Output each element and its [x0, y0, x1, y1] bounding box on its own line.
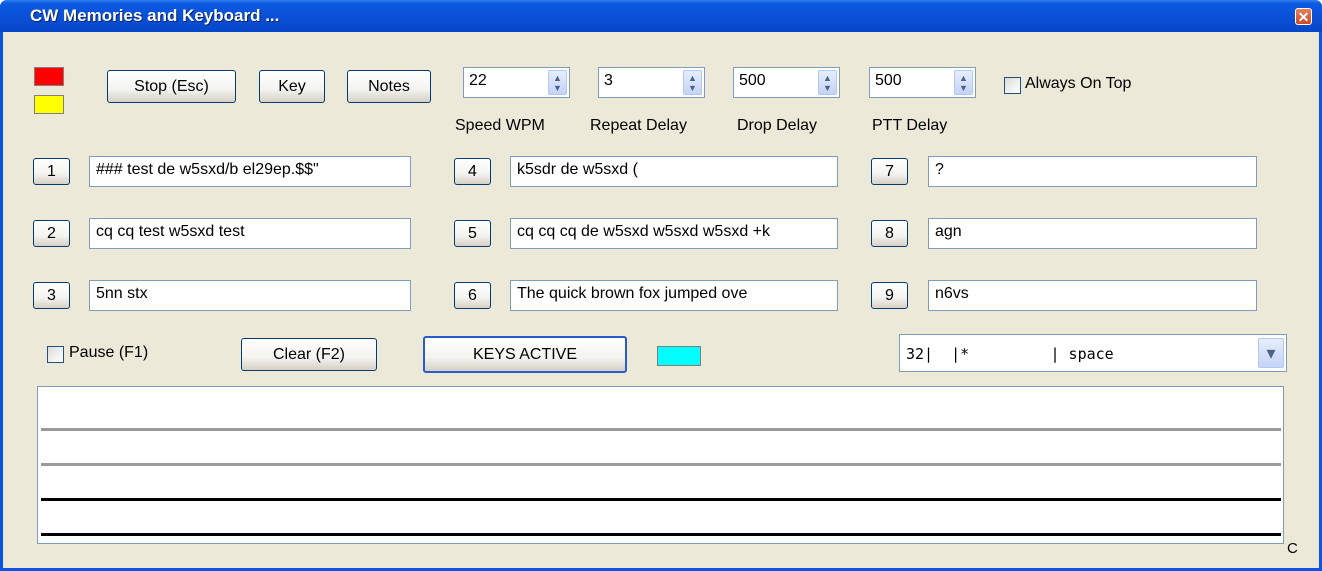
- down-arrow-icon: ▼: [553, 82, 562, 93]
- tx-indicator: [34, 67, 64, 86]
- repeat-spin-arrows[interactable]: ▲ ▼: [683, 70, 702, 95]
- ptt-indicator: [34, 95, 64, 114]
- memory-4-button[interactable]: 4: [454, 158, 491, 185]
- speed-wpm-label: Speed WPM: [455, 117, 545, 134]
- char-select-dropdown[interactable]: ▾: [1258, 338, 1284, 368]
- memory-1-field[interactable]: ### test de w5sxd/b el29ep.$$": [89, 156, 411, 187]
- ptt-delay-spinner[interactable]: 500 ▲ ▼: [869, 67, 976, 98]
- ptt-delay-value: 500: [875, 72, 902, 89]
- title-bar[interactable]: CW Memories and Keyboard ... ✕: [0, 0, 1322, 32]
- memory-8-button[interactable]: 8: [871, 220, 908, 247]
- memory-5-button[interactable]: 5: [454, 220, 491, 247]
- repeat-delay-value: 3: [604, 72, 613, 89]
- memory-3-field[interactable]: 5nn stx: [89, 280, 411, 311]
- keys-indicator: [657, 346, 701, 366]
- notes-button[interactable]: Notes: [347, 70, 431, 103]
- memory-7-field[interactable]: ?: [928, 156, 1257, 187]
- divider-line: [41, 463, 1281, 466]
- up-arrow-icon: ▲: [959, 72, 968, 83]
- up-arrow-icon: ▲: [553, 72, 562, 83]
- divider-line: [41, 428, 1281, 431]
- char-select-value: 32| |* | space: [906, 345, 1114, 363]
- repeat-delay-label: Repeat Delay: [590, 117, 687, 134]
- drop-delay-label: Drop Delay: [737, 117, 818, 134]
- memory-3-button[interactable]: 3: [33, 282, 70, 309]
- memory-1-button[interactable]: 1: [33, 158, 70, 185]
- down-arrow-icon: ▼: [959, 82, 968, 93]
- stop-button[interactable]: Stop (Esc): [107, 70, 236, 103]
- pause-label: Pause (F1): [69, 344, 149, 361]
- key-button[interactable]: Key: [259, 70, 325, 103]
- ptt-spin-arrows[interactable]: ▲ ▼: [954, 70, 973, 95]
- close-icon: ✕: [1297, 8, 1310, 25]
- clear-button[interactable]: Clear (F2): [241, 338, 377, 371]
- down-arrow-icon: ▼: [688, 82, 697, 93]
- memory-6-button[interactable]: 6: [454, 282, 491, 309]
- memory-9-field[interactable]: n6vs: [928, 280, 1257, 311]
- memory-2-field[interactable]: cq cq test w5sxd test: [89, 218, 411, 249]
- char-select[interactable]: 32| |* | space ▾: [899, 334, 1287, 372]
- memory-6-field[interactable]: The quick brown fox jumped ove: [510, 280, 838, 311]
- drop-delay-spinner[interactable]: 500 ▲ ▼: [733, 67, 840, 98]
- memory-5-field[interactable]: cq cq cq de w5sxd w5sxd w5sxd +k: [510, 218, 838, 249]
- divider-line: [41, 533, 1281, 536]
- divider-line: [41, 498, 1281, 501]
- speed-spin-arrows[interactable]: ▲ ▼: [548, 70, 567, 95]
- chevron-down-icon: ▾: [1266, 342, 1276, 363]
- keys-active-button[interactable]: KEYS ACTIVE: [423, 336, 627, 373]
- drop-spin-arrows[interactable]: ▲ ▼: [818, 70, 837, 95]
- memory-7-button[interactable]: 7: [871, 158, 908, 185]
- up-arrow-icon: ▲: [823, 72, 832, 83]
- memory-4-field[interactable]: k5sdr de w5sxd (: [510, 156, 838, 187]
- speed-wpm-value: 22: [469, 72, 487, 89]
- window-title: CW Memories and Keyboard ...: [30, 6, 280, 25]
- speed-wpm-spinner[interactable]: 22 ▲ ▼: [463, 67, 570, 98]
- drop-delay-value: 500: [739, 72, 766, 89]
- memory-8-field[interactable]: agn: [928, 218, 1257, 249]
- ptt-delay-label: PTT Delay: [872, 117, 948, 134]
- memory-9-button[interactable]: 9: [871, 282, 908, 309]
- keyboard-text-area[interactable]: [37, 386, 1284, 544]
- close-button[interactable]: ✕: [1295, 8, 1312, 25]
- memory-2-button[interactable]: 2: [33, 220, 70, 247]
- always-on-top-checkbox[interactable]: [1004, 77, 1021, 94]
- always-on-top-label: Always On Top: [1025, 75, 1132, 92]
- repeat-delay-spinner[interactable]: 3 ▲ ▼: [598, 67, 705, 98]
- pause-checkbox[interactable]: [47, 346, 64, 363]
- corner-label: C: [1287, 540, 1298, 557]
- down-arrow-icon: ▼: [823, 82, 832, 93]
- up-arrow-icon: ▲: [688, 72, 697, 83]
